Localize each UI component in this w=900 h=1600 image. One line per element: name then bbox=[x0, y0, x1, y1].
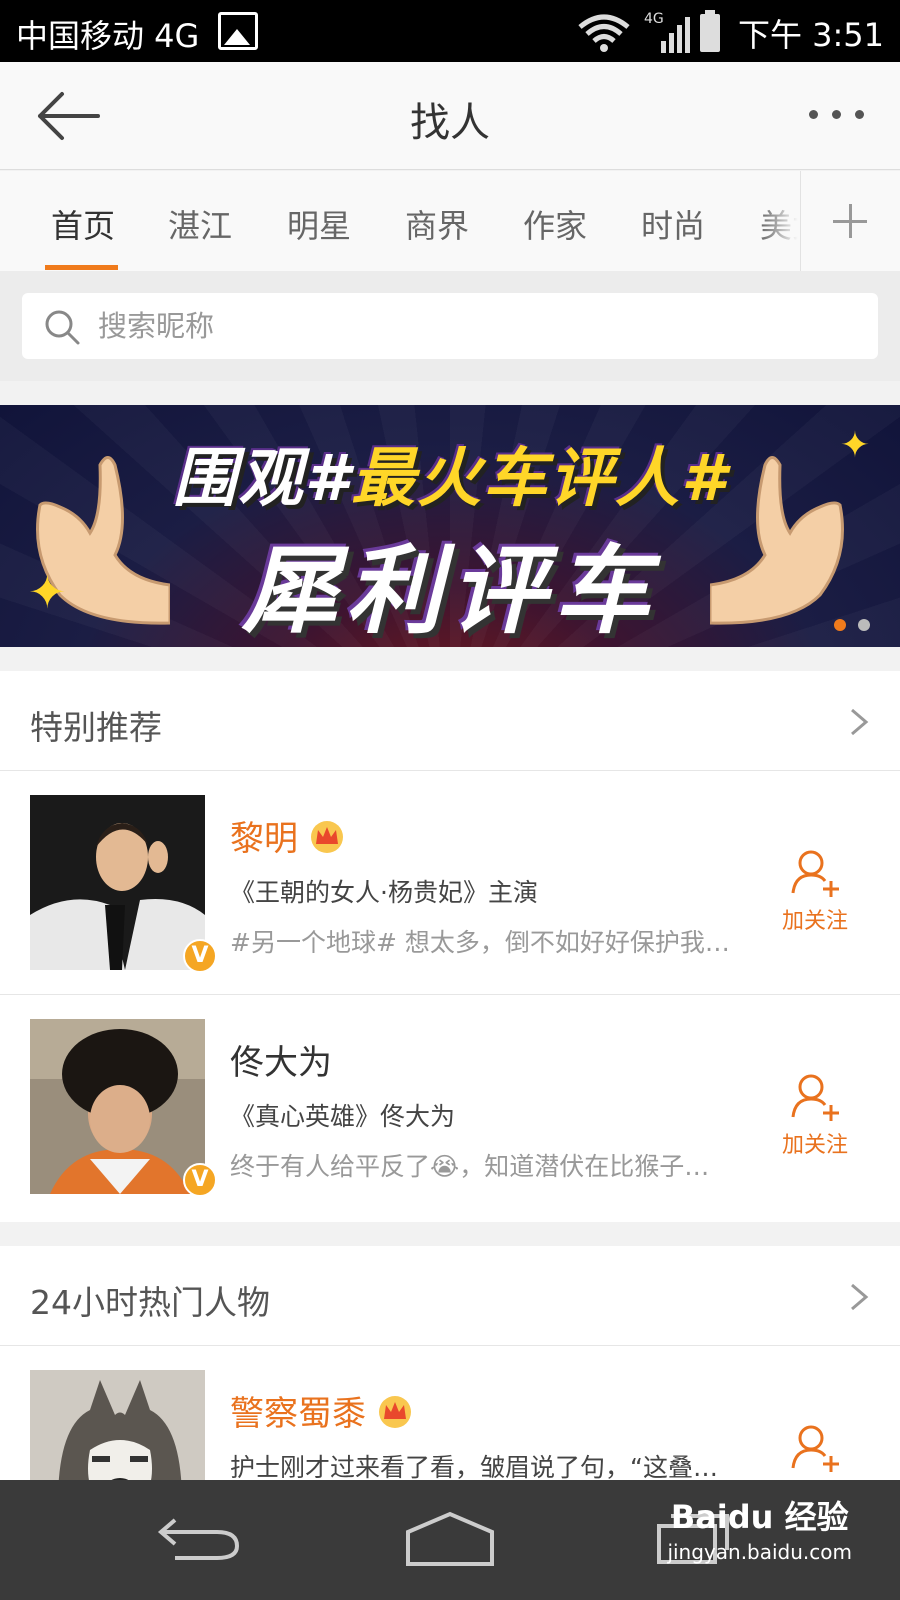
add-user-icon bbox=[791, 1425, 839, 1472]
user-name[interactable]: 黎明 bbox=[230, 811, 346, 860]
follow-button[interactable]: 加关注 bbox=[770, 845, 860, 935]
banner-subheadline: 犀利评车 bbox=[242, 535, 658, 647]
section-header[interactable]: 24小时热门人物 bbox=[0, 1246, 900, 1346]
tab-business[interactable]: 商界 bbox=[405, 201, 469, 247]
clock: 下午 3:51 bbox=[737, 16, 884, 54]
search-icon bbox=[45, 310, 80, 345]
baidu-jingyan-watermark: Baidu 经验 jingyan.baidu.com bbox=[667, 1498, 852, 1564]
banner-headline: 围观#最火车评人# bbox=[172, 442, 728, 516]
system-navigation-bar: Baidu 经验 jingyan.baidu.com bbox=[0, 1480, 900, 1600]
add-user-icon bbox=[791, 1074, 839, 1121]
system-back-icon[interactable] bbox=[155, 1510, 243, 1566]
add-user-icon bbox=[791, 850, 839, 897]
page-title: 找人 bbox=[410, 100, 490, 146]
crown-vip-icon bbox=[311, 820, 343, 853]
verified-badge: V bbox=[183, 1163, 217, 1197]
avatar[interactable] bbox=[30, 1019, 205, 1194]
tab-stars[interactable]: 明星 bbox=[287, 201, 351, 247]
status-bar: 中国移动 4G 4G 下午 3:51 bbox=[0, 0, 900, 62]
section-hot-people: 24小时热门人物 警察蜀黍 护士刚才过来看了看，皱眉说了句，“这叠… bbox=[0, 1246, 900, 1486]
list-item[interactable]: 警察蜀黍 护士刚才过来看了看，皱眉说了句，“这叠… bbox=[0, 1346, 900, 1486]
user-name[interactable]: 佟大为 bbox=[230, 1035, 332, 1084]
more-options-icon[interactable] bbox=[809, 110, 864, 119]
promo-banner[interactable]: ✦ ✦ 围观#最火车评人# 犀利评车 bbox=[0, 405, 900, 647]
verified-badge: V bbox=[183, 939, 217, 973]
battery-icon bbox=[699, 10, 720, 52]
latest-post: 终于有人给平反了😭，知道潜伏在比猴子… bbox=[230, 1152, 710, 1181]
avatar[interactable] bbox=[30, 795, 205, 970]
user-name[interactable]: 警察蜀黍 bbox=[230, 1386, 414, 1435]
section-title: 特别推荐 bbox=[30, 708, 162, 747]
carousel-indicator bbox=[834, 619, 870, 631]
user-description: 《王朝的女人·杨贵妃》主演 bbox=[230, 878, 538, 907]
tab-writers[interactable]: 作家 bbox=[523, 201, 587, 247]
latest-post: #另一个地球# 想太多，倒不如好好保护我… bbox=[230, 928, 730, 957]
section-header[interactable]: 特别推荐 bbox=[0, 671, 900, 771]
avatar[interactable] bbox=[30, 1370, 205, 1486]
tab-zhanjiang[interactable]: 湛江 bbox=[168, 201, 232, 247]
active-tab-indicator bbox=[45, 265, 118, 270]
chevron-right-icon bbox=[851, 708, 869, 736]
carrier-label: 中国移动 4G bbox=[16, 17, 200, 55]
section-special-recommend: 特别推荐 V 黎明 《王朝的女人·杨贵妃》主演 #另一个地球# 想太多，倒不如好… bbox=[0, 671, 900, 1222]
category-tabs: 首页 湛江 明星 商界 作家 时尚 美女 bbox=[0, 171, 900, 271]
image-notification-icon bbox=[218, 12, 258, 50]
crown-vip-icon bbox=[379, 1395, 411, 1428]
list-item[interactable]: V 黎明 《王朝的女人·杨贵妃》主演 #另一个地球# 想太多，倒不如好好保护我…… bbox=[0, 771, 900, 995]
search-box[interactable] bbox=[22, 293, 878, 359]
user-description: 《真心英雄》佟大为 bbox=[230, 1102, 456, 1131]
add-tab-icon[interactable] bbox=[800, 171, 900, 271]
search-area bbox=[0, 271, 900, 381]
latest-post: 护士刚才过来看了看，皱眉说了句，“这叠… bbox=[230, 1453, 718, 1482]
search-input[interactable] bbox=[98, 301, 838, 351]
tab-home[interactable]: 首页 bbox=[51, 201, 115, 247]
chevron-right-icon bbox=[851, 1283, 869, 1311]
follow-button[interactable]: 加关注 bbox=[770, 1069, 860, 1159]
wifi-icon bbox=[578, 14, 630, 52]
follow-button[interactable] bbox=[770, 1420, 860, 1478]
cell-signal-icon: 4G bbox=[644, 11, 690, 53]
tab-fashion[interactable]: 时尚 bbox=[641, 201, 705, 247]
system-home-icon[interactable] bbox=[404, 1510, 496, 1568]
title-bar: 找人 bbox=[0, 62, 900, 170]
list-item[interactable]: V 佟大为 《真心英雄》佟大为 终于有人给平反了😭，知道潜伏在比猴子… 加关注 bbox=[0, 995, 900, 1219]
section-title: 24小时热门人物 bbox=[30, 1283, 270, 1322]
